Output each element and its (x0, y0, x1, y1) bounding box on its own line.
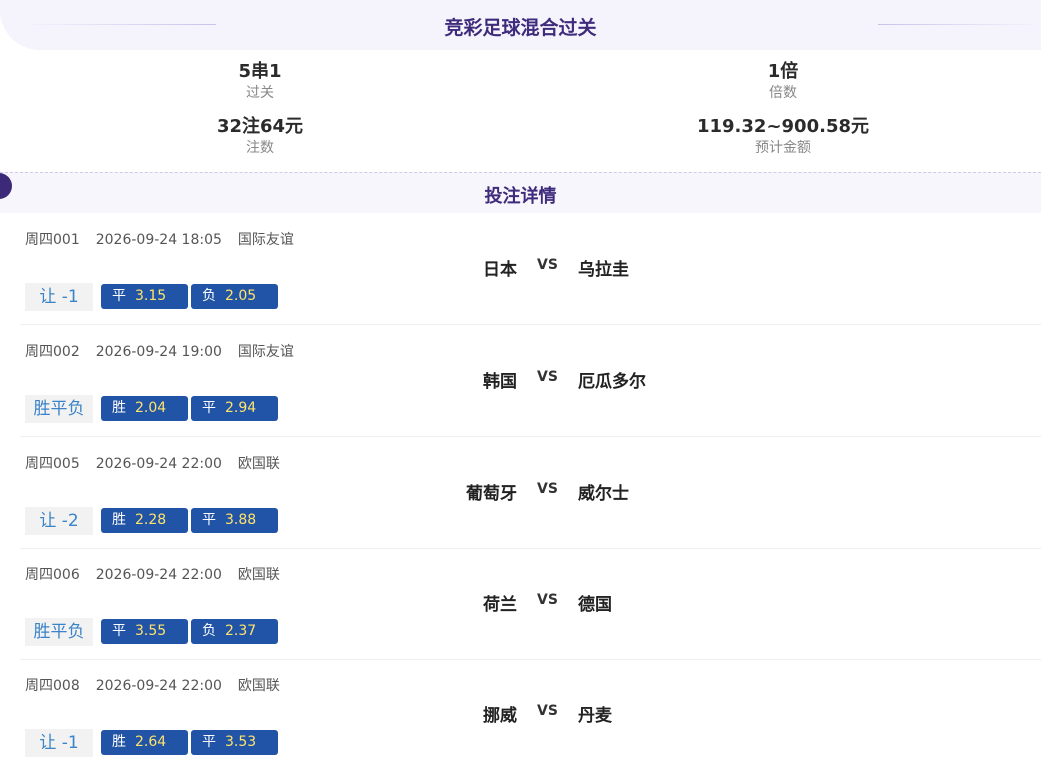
odds-option[interactable]: 胜 2.04 (101, 396, 188, 421)
match-league: 国际友谊 (237, 232, 294, 248)
odds-option[interactable]: 负 2.05 (191, 284, 278, 309)
odds-outcome: 平 (202, 734, 216, 750)
home-team: 韩国 (483, 372, 517, 392)
play-type-tag: 让 -1 (25, 283, 93, 311)
estimate-label: 预计金额 (755, 140, 811, 156)
match-time: 2026-09-24 18:05 (95, 232, 222, 248)
odds-outcome: 胜 (112, 512, 126, 528)
odds-option[interactable]: 平 3.88 (191, 508, 278, 533)
away-team: 威尔士 (578, 484, 629, 504)
home-team: 荷兰 (483, 595, 517, 615)
play-type-tag: 让 -1 (25, 729, 93, 757)
detail-header: 投注详情 (0, 172, 1041, 213)
match-league: 欧国联 (237, 567, 280, 583)
odds-option[interactable]: 平 2.94 (191, 396, 278, 421)
match-time: 2026-09-24 22:00 (95, 567, 222, 583)
vs-label: VS (537, 369, 558, 385)
match-code: 周四005 (25, 456, 80, 472)
odds-value: 2.94 (225, 400, 257, 416)
play-type-tag: 胜平负 (25, 618, 93, 646)
match-league: 国际友谊 (237, 344, 294, 360)
match-code: 周四001 (25, 232, 80, 248)
vs-label: VS (537, 481, 558, 497)
match-code: 周四008 (25, 678, 80, 694)
match-teams: 韩国 VS 厄瓜多尔 (20, 367, 1041, 392)
odds-value: 2.28 (135, 512, 167, 528)
bets-stat: 32注64元 注数 (110, 115, 410, 157)
odds-value: 3.53 (225, 734, 257, 750)
home-team: 葡萄牙 (466, 484, 517, 504)
odds-option[interactable]: 胜 2.64 (101, 730, 188, 755)
odds-value: 3.55 (135, 623, 167, 639)
header-decor-line-right (878, 24, 1041, 25)
odds-value: 2.05 (225, 288, 257, 304)
home-team: 日本 (483, 260, 517, 280)
match-meta: 周四002 2026-09-24 19:00 国际友谊 (25, 341, 310, 361)
vs-label: VS (537, 703, 558, 719)
vs-label: VS (537, 257, 558, 273)
match-meta: 周四006 2026-09-24 22:00 欧国联 (25, 564, 296, 584)
bets-label: 注数 (246, 140, 274, 156)
match-row: 周四001 2026-09-24 18:05 国际友谊 日本 VS 乌拉圭 让 -1… (20, 213, 1041, 325)
match-code: 周四006 (25, 567, 80, 583)
match-meta: 周四001 2026-09-24 18:05 国际友谊 (25, 229, 310, 249)
odds-outcome: 平 (112, 623, 126, 639)
vs-label: VS (537, 592, 558, 608)
pass-type-stat: 5串1 过关 (110, 60, 410, 102)
match-row: 周四002 2026-09-24 19:00 国际友谊 韩国 VS 厄瓜多尔 胜平负… (20, 325, 1041, 437)
away-team: 厄瓜多尔 (578, 372, 646, 392)
odds-value: 3.88 (225, 512, 257, 528)
odds-value: 2.64 (135, 734, 167, 750)
match-code: 周四002 (25, 344, 80, 360)
odds-option[interactable]: 负 2.37 (191, 619, 278, 644)
pass-type-label: 过关 (246, 85, 274, 101)
home-team: 挪威 (483, 706, 517, 726)
match-time: 2026-09-24 22:00 (95, 456, 222, 472)
odds-option[interactable]: 平 3.55 (101, 619, 188, 644)
match-meta: 周四005 2026-09-24 22:00 欧国联 (25, 453, 296, 473)
away-team: 德国 (578, 595, 612, 615)
estimate-stat: 119.32~900.58元 预计金额 (633, 115, 933, 157)
odds-option[interactable]: 平 3.15 (101, 284, 188, 309)
match-time: 2026-09-24 22:00 (95, 678, 222, 694)
match-teams: 葡萄牙 VS 威尔士 (20, 479, 1041, 504)
play-type-tag: 胜平负 (25, 395, 93, 423)
page-title: 竞彩足球混合过关 (444, 17, 597, 39)
detail-title: 投注详情 (484, 186, 557, 207)
odds-option[interactable]: 胜 2.28 (101, 508, 188, 533)
away-team: 丹麦 (578, 706, 612, 726)
odds-outcome: 负 (202, 623, 216, 639)
match-teams: 荷兰 VS 德国 (20, 590, 1041, 615)
multiple-value: 1倍 (767, 61, 799, 82)
odds-outcome: 胜 (112, 400, 126, 416)
odds-outcome: 平 (112, 288, 126, 304)
pass-type-value: 5串1 (238, 61, 282, 82)
match-meta: 周四008 2026-09-24 22:00 欧国联 (25, 675, 296, 695)
odds-value: 3.15 (135, 288, 167, 304)
odds-value: 2.04 (135, 400, 167, 416)
multiple-label: 倍数 (769, 85, 797, 101)
match-row: 周四005 2026-09-24 22:00 欧国联 葡萄牙 VS 威尔士 让 -2… (20, 437, 1041, 549)
odds-value: 2.37 (225, 623, 257, 639)
match-time: 2026-09-24 19:00 (95, 344, 222, 360)
multiple-stat: 1倍 倍数 (633, 60, 933, 102)
away-team: 乌拉圭 (578, 260, 629, 280)
odds-outcome: 平 (202, 512, 216, 528)
odds-outcome: 平 (202, 400, 216, 416)
odds-outcome: 负 (202, 288, 216, 304)
estimate-value: 119.32~900.58元 (696, 116, 869, 137)
match-league: 欧国联 (237, 678, 280, 694)
match-teams: 挪威 VS 丹麦 (20, 701, 1041, 726)
page-header: 竞彩足球混合过关 (0, 0, 1041, 50)
match-row: 周四008 2026-09-24 22:00 欧国联 挪威 VS 丹麦 让 -1 胜… (20, 659, 1041, 768)
odds-outcome: 胜 (112, 734, 126, 750)
match-row: 周四006 2026-09-24 22:00 欧国联 荷兰 VS 德国 胜平负 平3… (20, 548, 1041, 660)
bets-value: 32注64元 (216, 116, 304, 137)
bet-summary: 5串1 过关 1倍 倍数 32注64元 注数 119.32~900.58元 预计… (0, 50, 1041, 170)
play-type-tag: 让 -2 (25, 507, 93, 535)
match-teams: 日本 VS 乌拉圭 (20, 255, 1041, 280)
odds-option[interactable]: 平 3.53 (191, 730, 278, 755)
match-league: 欧国联 (237, 456, 280, 472)
